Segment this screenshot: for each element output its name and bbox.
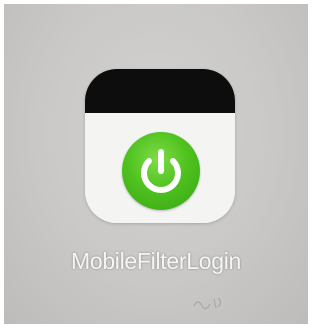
home-screen-background: MobileFilterLogin bbox=[4, 4, 308, 324]
icon-header-band bbox=[85, 69, 235, 113]
power-button-graphic bbox=[122, 132, 200, 210]
pencil-mark-decoration bbox=[193, 297, 222, 310]
power-icon bbox=[141, 149, 181, 194]
mobile-filter-login-app-icon[interactable] bbox=[85, 69, 235, 223]
app-label[interactable]: MobileFilterLogin bbox=[4, 248, 308, 275]
